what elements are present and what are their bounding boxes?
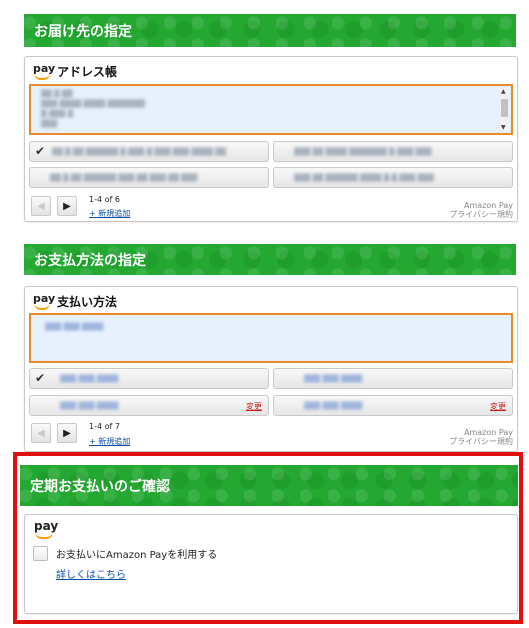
payment-item[interactable]: ▓▓▓ ▓▓▓ ▓▓▓▓ 変更	[273, 395, 513, 416]
address-section-header: お届け先の指定	[24, 14, 516, 47]
address-scrollbar[interactable]: ▲ ▼	[500, 88, 509, 131]
page-count: 1-4 of 7	[89, 422, 120, 431]
scroll-thumb[interactable]	[501, 99, 508, 117]
address-item[interactable]: ▓▓▓ ▓▓ ▓▓▓▓ ▓▓▓▓▓▓▓ ▓-▓▓▓ ▓▓▓	[273, 141, 513, 162]
amazon-pay-logo: pay	[33, 62, 55, 80]
change-payment-link[interactable]: 変更	[490, 401, 506, 412]
amazon-pay-logo: pay	[34, 519, 58, 539]
chevron-left-icon: ◀	[37, 200, 45, 212]
address-book-title: アドレス帳	[57, 65, 118, 79]
check-icon: ✔	[35, 371, 46, 385]
selected-address-box[interactable]: ▓▓ ▓ ▓▓ ▓▓▓-▓▓▓▓ ▓▓▓▓ ▓▓▓▓▓▓▓ ▓-▓▓▓-▓ ▓▓…	[29, 84, 513, 135]
amazon-pay-logo: pay	[33, 292, 55, 310]
page-count: 1-4 of 6	[89, 195, 120, 204]
payment-item[interactable]: ▓▓▓ ▓▓▓ ▓▓▓▓ 変更	[29, 395, 269, 416]
payment-method-title: 支払い方法	[57, 295, 118, 309]
payment-item[interactable]: ▓▓▓ ▓▓▓ ▓▓▓▓	[273, 368, 513, 389]
scroll-up-arrow-icon[interactable]: ▲	[501, 88, 506, 95]
address-book-widget: pay アドレス帳 ▓▓ ▓ ▓▓ ▓▓▓-▓▓▓▓ ▓▓▓▓ ▓▓▓▓▓▓▓ …	[24, 56, 518, 222]
use-amazon-pay-label: お支払いにAmazon Payを利用する	[56, 550, 218, 561]
payment-item[interactable]: ✔ ▓▓▓ ▓▓▓ ▓▓▓▓	[29, 368, 269, 389]
chevron-right-icon: ▶	[63, 200, 71, 212]
address-item[interactable]: ✔ ▓▓ ▓ ▓▓ ▓▓▓▓▓▓ ▓-▓▓▓-▓ ▓▓▓ ▓▓▓-▓▓▓▓ ▓▓	[29, 141, 269, 162]
payment-section-title: お支払方法の指定	[34, 252, 146, 269]
next-page-button[interactable]: ▶	[57, 196, 77, 216]
payment-card-text: ▓▓▓ ▓▓▓ ▓▓▓▓	[45, 323, 104, 331]
privacy-policy-link[interactable]: プライバシー規約	[449, 210, 513, 219]
recurring-section-title: 定期お支払いのご確認	[30, 478, 170, 495]
chevron-left-icon: ◀	[37, 427, 45, 439]
address-section-title: お届け先の指定	[34, 23, 132, 40]
scroll-down-arrow-icon[interactable]: ▼	[501, 124, 506, 131]
recurring-section-header: 定期お支払いのご確認	[20, 465, 518, 506]
chevron-right-icon: ▶	[63, 427, 71, 439]
amazon-pay-footer: Amazon Pay プライバシー規約	[449, 201, 513, 219]
address-line: ▓-▓▓▓-▓	[41, 110, 73, 118]
check-icon: ✔	[35, 144, 46, 158]
payment-method-widget: pay 支払い方法 ▓▓▓ ▓▓▓ ▓▓▓▓ ✔ ▓▓▓ ▓▓▓ ▓▓▓▓ ▓▓…	[24, 286, 518, 452]
selected-payment-box[interactable]: ▓▓▓ ▓▓▓ ▓▓▓▓	[29, 313, 513, 363]
details-link[interactable]: 詳しくはこちら	[56, 566, 126, 581]
prev-page-button[interactable]: ◀	[31, 196, 51, 216]
address-line: ▓▓▓-▓▓▓▓ ▓▓▓▓ ▓▓▓▓▓▓▓	[41, 100, 145, 108]
next-page-button[interactable]: ▶	[57, 423, 77, 443]
prev-page-button[interactable]: ◀	[31, 423, 51, 443]
amazon-pay-footer: Amazon Pay プライバシー規約	[449, 428, 513, 446]
privacy-policy-link[interactable]: プライバシー規約	[449, 437, 513, 446]
change-payment-link[interactable]: 変更	[246, 401, 262, 412]
add-new-address-link[interactable]: + 新規追加	[89, 208, 130, 219]
recurring-consent-widget: pay お支払いにAmazon Payを利用する 詳しくはこちら	[24, 514, 518, 614]
use-amazon-pay-checkbox[interactable]	[33, 546, 48, 561]
add-new-payment-link[interactable]: + 新規追加	[89, 436, 130, 447]
address-item[interactable]: ▓▓ ▓ ▓▓ ▓▓▓▓▓▓ ▓▓▓ ▓▓ ▓▓▓-▓▓ ▓▓▓	[29, 167, 269, 188]
address-line: ▓▓▓	[41, 120, 58, 128]
address-line: ▓▓ ▓ ▓▓	[41, 90, 73, 98]
address-item[interactable]: ▓▓▓ ▓▓ ▓▓▓▓▓▓ ▓▓▓▓ ▓-▓ ▓▓▓ ▓▓▓	[273, 167, 513, 188]
payment-section-header: お支払方法の指定	[24, 244, 516, 275]
